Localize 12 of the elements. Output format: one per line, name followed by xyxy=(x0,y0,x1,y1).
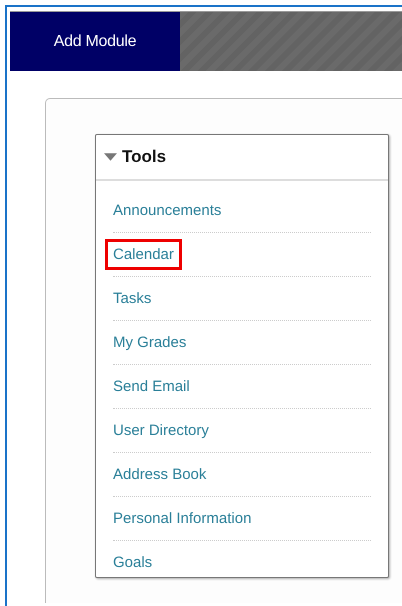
add-module-tab[interactable]: Add Module xyxy=(10,12,180,71)
menu-link[interactable]: User Directory xyxy=(105,415,217,446)
menu-link[interactable]: Goals xyxy=(105,547,160,578)
caret-icon[interactable] xyxy=(104,153,117,161)
highlighted-menu-link[interactable]: Calendar xyxy=(105,239,182,270)
menu-link[interactable]: My Grades xyxy=(105,327,194,358)
menu-link[interactable]: Tasks xyxy=(105,283,160,314)
module-title: Tools xyxy=(122,147,166,167)
menu-link[interactable]: Announcements xyxy=(105,195,230,226)
menu-link[interactable]: Address Book xyxy=(105,459,214,490)
menu-link[interactable]: Send Email xyxy=(105,371,198,402)
menu-link[interactable]: Personal Information xyxy=(105,503,260,534)
